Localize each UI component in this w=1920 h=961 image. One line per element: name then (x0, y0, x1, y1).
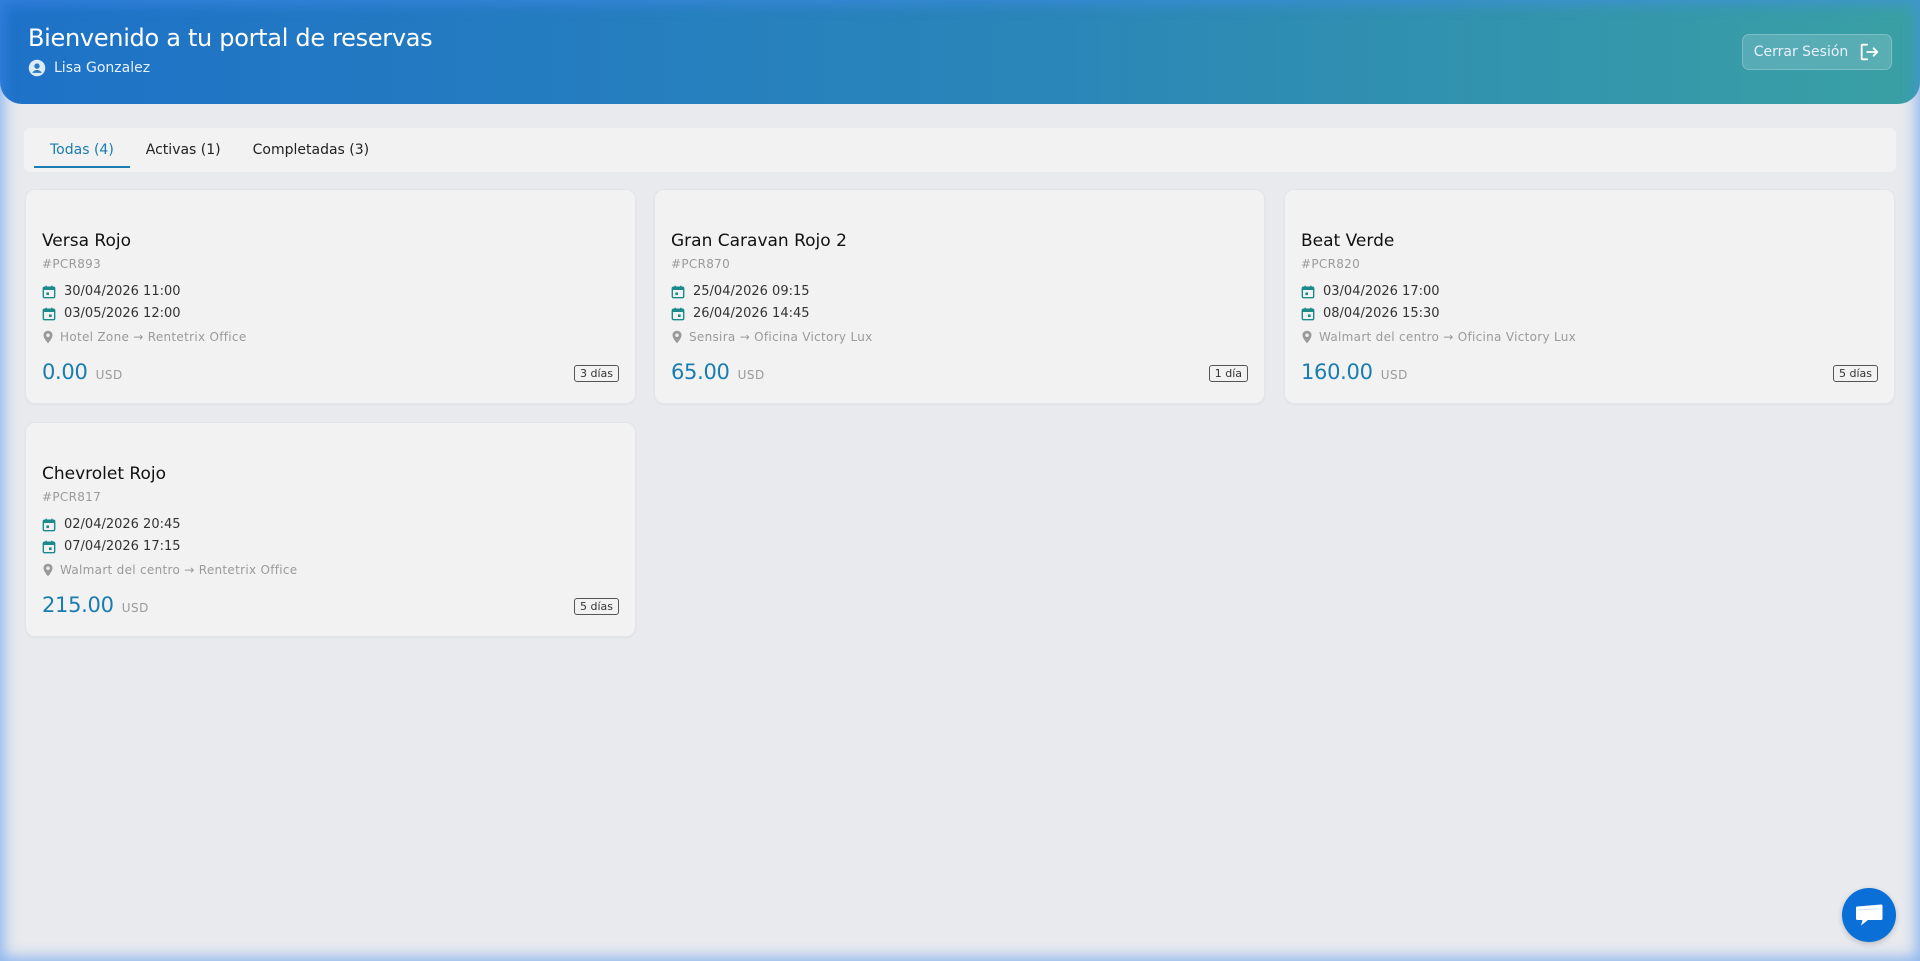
vehicle-name: Versa Rojo (42, 231, 132, 251)
route: Walmart del centro → Oficina Victory Lux (1319, 330, 1577, 344)
calendar-icon (671, 285, 685, 298)
location-pin-icon (43, 563, 53, 577)
location-pin-icon (672, 330, 682, 344)
logout-label: Cerrar Sesión (1753, 44, 1849, 60)
header-banner: Bienvenido a tu portal de reservas Lisa … (0, 0, 1920, 104)
pickup-date: 02/04/2026 20:45 (64, 517, 181, 532)
price: 160.00 USD (1301, 360, 1408, 384)
tab-label: Completadas (3) (252, 142, 370, 158)
logout-button[interactable]: Cerrar Sesión (1742, 34, 1892, 70)
dropoff-date: 03/05/2026 12:00 (64, 306, 181, 321)
tab-completadas[interactable]: Completadas (3) (237, 128, 385, 172)
user-info: Lisa Gonzalez (28, 59, 150, 77)
price-amount: 160.00 (1301, 360, 1373, 384)
calendar-icon (671, 307, 685, 320)
route-row: Walmart del centro → Rentetrix Office (42, 563, 298, 577)
pickup-date-row: 03/04/2026 17:00 (1301, 284, 1440, 299)
account-circle-icon (28, 59, 46, 77)
calendar-icon (42, 285, 56, 298)
reservation-card[interactable]: Gran Caravan Rojo 2 #PCR870 25/04/2026 0… (654, 189, 1265, 404)
chat-bubble-icon (1856, 904, 1883, 926)
dropoff-date-row: 07/04/2026 17:15 (42, 539, 181, 554)
pickup-date-row: 30/04/2026 11:00 (42, 284, 181, 299)
price: 0.00 USD (42, 360, 123, 384)
tab-label: Activas (1) (145, 142, 221, 158)
dropoff-date-row: 08/04/2026 15:30 (1301, 306, 1440, 321)
location-pin-icon (1302, 330, 1312, 344)
route: Sensira → Oficina Victory Lux (689, 330, 873, 344)
price: 65.00 USD (671, 360, 765, 384)
pickup-date-row: 25/04/2026 09:15 (671, 284, 810, 299)
reservation-code: #PCR817 (42, 490, 102, 504)
calendar-icon (1301, 307, 1315, 320)
logout-icon (1861, 43, 1879, 61)
price-currency: USD (737, 368, 765, 382)
reservation-code: #PCR893 (42, 257, 102, 271)
pickup-date-row: 02/04/2026 20:45 (42, 517, 181, 532)
calendar-icon (42, 518, 56, 531)
user-name: Lisa Gonzalez (54, 60, 151, 76)
dropoff-date-row: 03/05/2026 12:00 (42, 306, 181, 321)
route-row: Hotel Zone → Rentetrix Office (42, 330, 247, 344)
dropoff-date: 26/04/2026 14:45 (693, 306, 810, 321)
dropoff-date: 08/04/2026 15:30 (1323, 306, 1440, 321)
reservation-card[interactable]: Versa Rojo #PCR893 30/04/2026 11:00 03/0… (25, 189, 636, 404)
chat-button[interactable] (1842, 888, 1896, 942)
vehicle-name: Chevrolet Rojo (42, 464, 167, 484)
dropoff-date-row: 26/04/2026 14:45 (671, 306, 810, 321)
route-row: Walmart del centro → Oficina Victory Lux (1301, 330, 1576, 344)
days-badge: 3 días (573, 365, 619, 382)
price-amount: 215.00 (42, 593, 114, 617)
dropoff-date: 07/04/2026 17:15 (64, 539, 181, 554)
tab-todas[interactable]: Todas (4) (34, 128, 130, 172)
tab-activas[interactable]: Activas (1) (130, 128, 237, 172)
days-badge: 5 días (1832, 365, 1878, 382)
route-row: Sensira → Oficina Victory Lux (671, 330, 873, 344)
reservation-code: #PCR820 (1301, 257, 1361, 271)
calendar-icon (42, 307, 56, 320)
route: Hotel Zone → Rentetrix Office (60, 330, 247, 344)
reservation-code: #PCR870 (671, 257, 731, 271)
price: 215.00 USD (42, 593, 149, 617)
price-currency: USD (1380, 368, 1408, 382)
days-badge: 1 día (1208, 365, 1248, 382)
price-amount: 65.00 (671, 360, 730, 384)
days-badge: 5 días (573, 598, 619, 615)
price-currency: USD (121, 601, 149, 615)
location-pin-icon (43, 330, 53, 344)
calendar-icon (1301, 285, 1315, 298)
route: Walmart del centro → Rentetrix Office (60, 563, 298, 577)
reservation-card[interactable]: Beat Verde #PCR820 03/04/2026 17:00 08/0… (1284, 189, 1895, 404)
vehicle-name: Gran Caravan Rojo 2 (671, 231, 847, 251)
pickup-date: 25/04/2026 09:15 (693, 284, 810, 299)
pickup-date: 30/04/2026 11:00 (64, 284, 181, 299)
tab-label: Todas (4) (50, 142, 114, 158)
vehicle-name: Beat Verde (1301, 231, 1395, 251)
pickup-date: 03/04/2026 17:00 (1323, 284, 1440, 299)
calendar-icon (42, 540, 56, 553)
price-amount: 0.00 (42, 360, 88, 384)
page-title: Bienvenido a tu portal de reservas (28, 24, 433, 52)
price-currency: USD (95, 368, 123, 382)
reservation-tabs: Todas (4) Activas (1) Completadas (3) (24, 128, 1896, 172)
reservation-card[interactable]: Chevrolet Rojo #PCR817 02/04/2026 20:45 … (25, 422, 636, 637)
